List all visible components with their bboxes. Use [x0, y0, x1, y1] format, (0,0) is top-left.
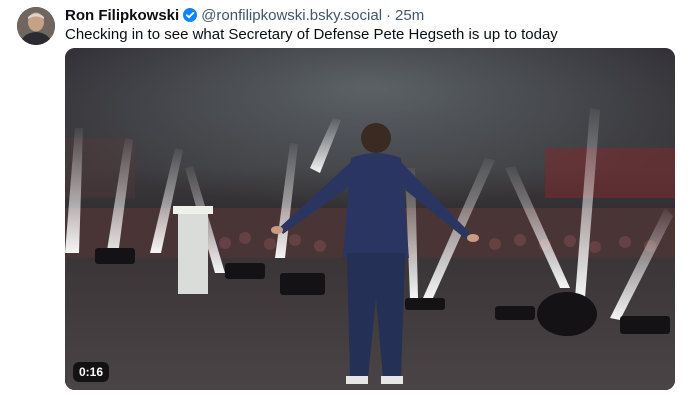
video-thumbnail	[65, 48, 675, 390]
video-player[interactable]: 0:16	[65, 48, 675, 390]
post-header: Ron Filipkowski @ronfilipkowski.bsky.soc…	[65, 5, 424, 25]
video-duration-badge: 0:16	[73, 362, 110, 382]
separator-dot: ·	[386, 6, 392, 24]
post-text: Checking in to see what Secretary of Def…	[65, 26, 558, 43]
author-avatar[interactable]	[17, 7, 55, 45]
author-handle[interactable]: @ronfilipkowski.bsky.social	[201, 7, 382, 24]
verified-badge-icon	[183, 8, 198, 22]
post-timestamp[interactable]: 25m	[395, 7, 424, 24]
post-card[interactable]: Ron Filipkowski @ronfilipkowski.bsky.soc…	[0, 0, 690, 401]
author-display-name[interactable]: Ron Filipkowski	[65, 7, 179, 24]
